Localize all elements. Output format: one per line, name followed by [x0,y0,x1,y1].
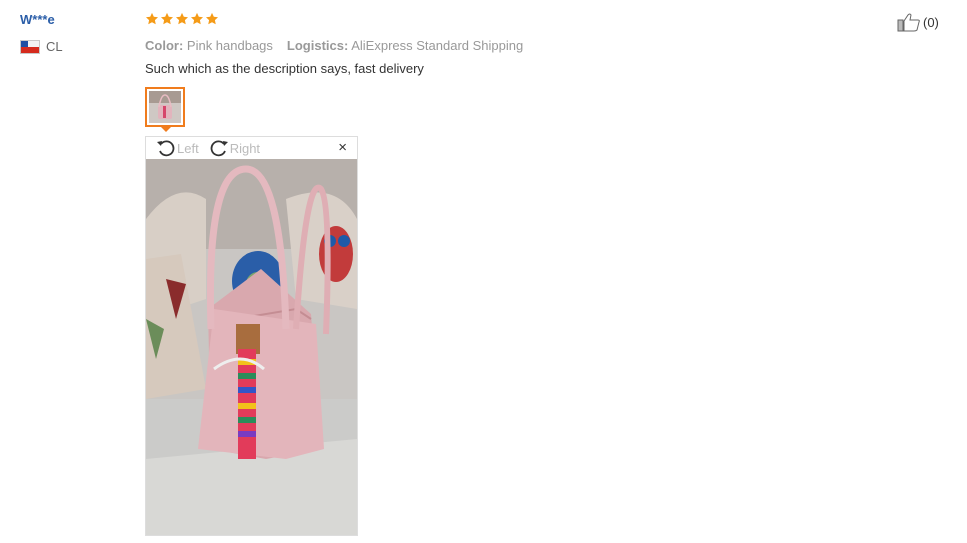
reviewer-info: W***e CL [20,12,63,54]
rotate-right-label: Right [229,140,261,156]
star-icon [145,12,159,25]
reviewer-country: CL [20,39,63,54]
order-info: Color: Pink handbags Logistics: AliExpre… [145,38,845,53]
reviewer-name[interactable]: W***e [20,12,63,27]
color-info: Color: Pink handbags [145,38,273,53]
logistics-label: Logistics: [286,38,349,53]
photo-viewer: Left Right × [145,136,358,536]
thumbs-up-icon[interactable] [897,12,921,32]
logistics-value: AliExpress Standard Shipping [351,38,524,53]
color-label: Color: [145,38,184,53]
rotate-right-button[interactable]: Right [209,139,260,157]
review-photo [146,159,357,535]
review-content: Color: Pink handbags Logistics: AliExpre… [145,12,845,76]
thumbnail-pointer [161,127,171,132]
star-icon [160,12,174,25]
helpful-vote[interactable]: (0) [897,12,939,32]
chile-flag-icon [20,39,40,54]
review-photo-thumbnail[interactable] [145,87,185,127]
rotate-left-icon [157,140,175,157]
viewer-toolbar: Left Right × [146,137,357,159]
review-text: Such which as the description says, fast… [145,61,424,76]
helpful-count: (0) [923,14,939,30]
color-value: Pink handbags [186,38,273,53]
star-rating [145,12,845,30]
rotate-left-label: Left [177,140,199,156]
rotate-right-icon [210,140,228,157]
rotate-left-button[interactable]: Left [156,139,199,157]
star-icon [205,12,219,25]
star-icon [190,12,204,25]
country-code: CL [46,39,63,54]
close-viewer-button[interactable]: × [338,140,347,156]
star-icon [175,12,189,25]
logistics-info: Logistics: AliExpress Standard Shipping [287,38,523,53]
